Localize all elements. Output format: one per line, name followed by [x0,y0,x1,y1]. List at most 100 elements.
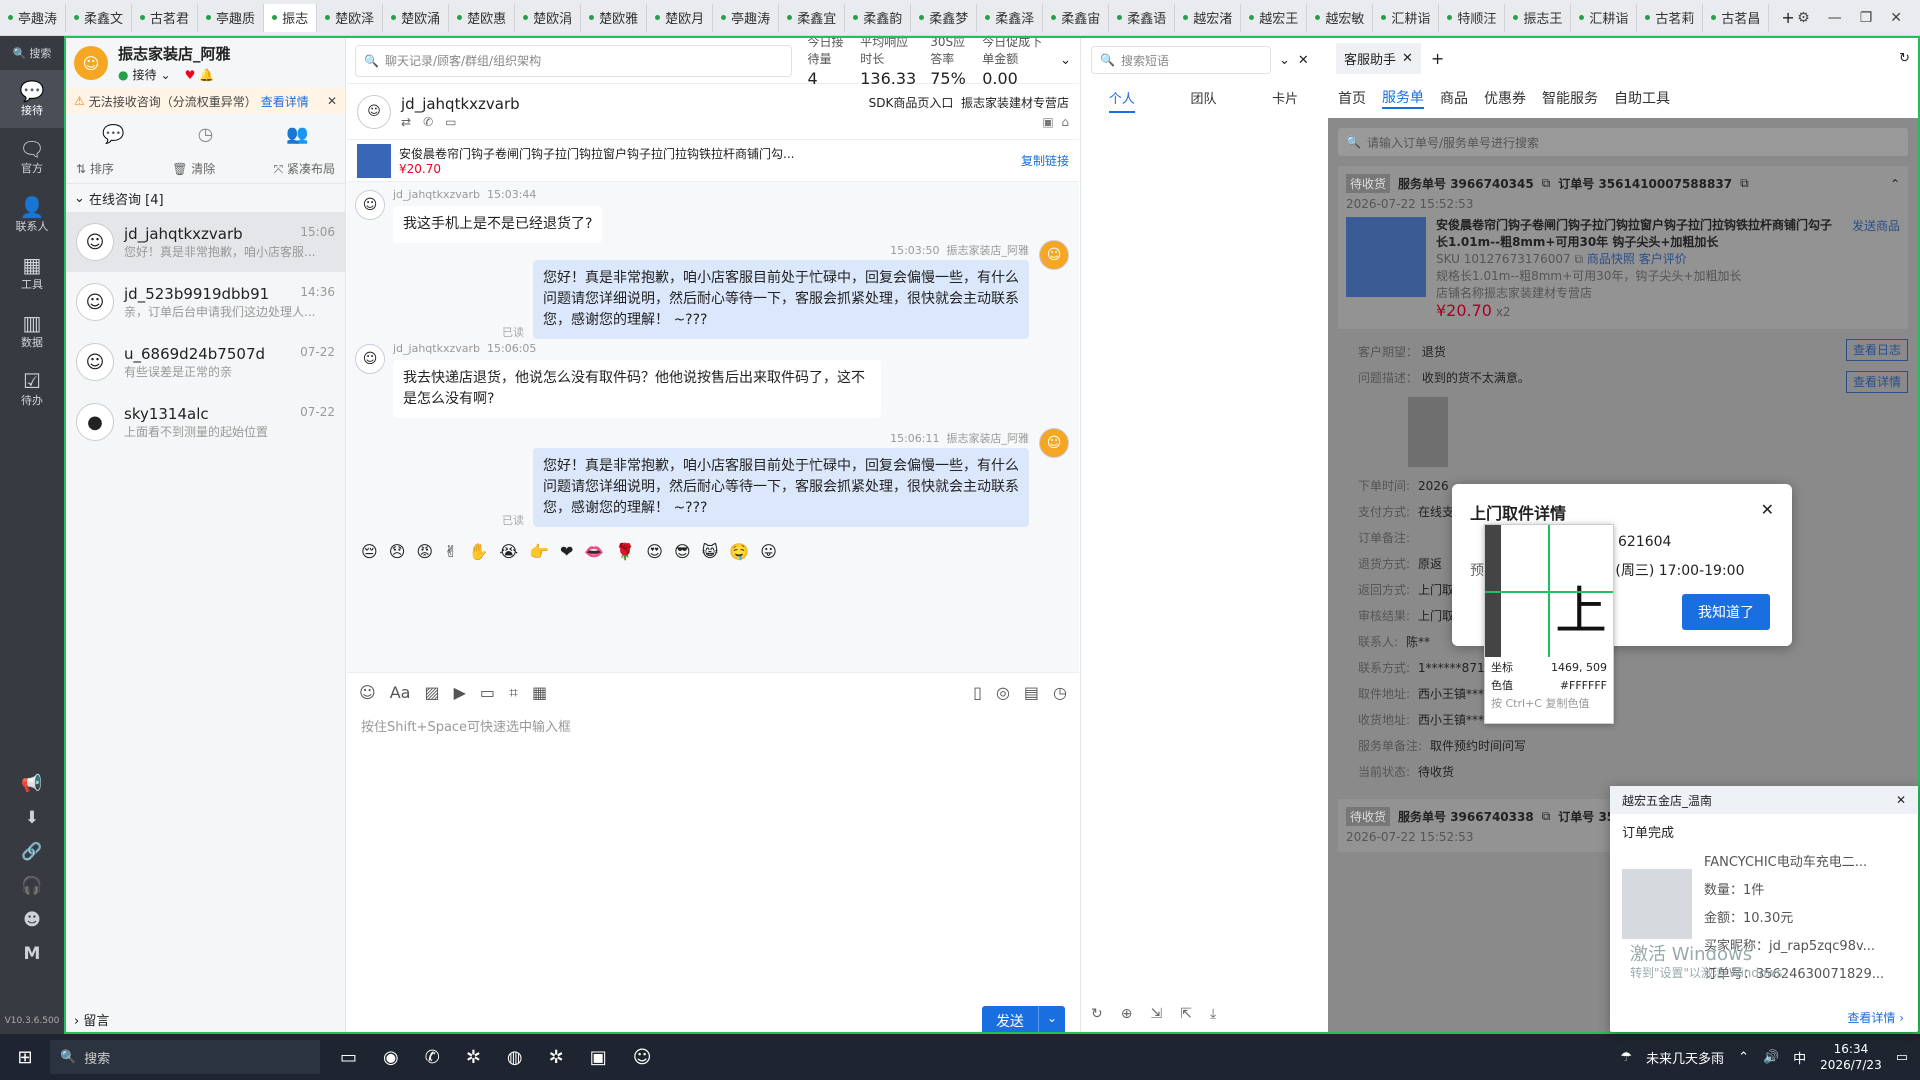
minimize-icon[interactable]: — [1828,10,1842,26]
app-tab[interactable]: 古茗昌 [1703,3,1770,32]
robot-icon[interactable]: ☻ [23,910,41,930]
export-icon[interactable]: ⇱ [1180,1006,1192,1022]
notify-detail-link[interactable]: 查看详情 › [1847,1009,1904,1026]
video-icon[interactable]: ▶ [454,683,466,703]
app-tab[interactable]: 特顺汪 [1439,3,1506,32]
order-search-input[interactable]: 🔍 请输入订单号/服务单号进行搜索 [1338,128,1908,156]
calculator-icon[interactable]: ▦ [532,683,547,703]
compact-layout-button[interactable]: ⤧ 紧凑布局 [274,160,335,177]
app-tab[interactable]: 楚欧涓 [515,3,582,32]
app-tab[interactable]: 越宏渚 [1175,3,1242,32]
settings-icon[interactable]: ⚙ [1797,10,1810,26]
folder-icon[interactable]: ▭ [480,683,495,703]
status-select[interactable]: 接待 [132,66,156,83]
app-tab[interactable]: 古茗莉 [1637,3,1704,32]
app-tab[interactable]: 柔鑫宙 [1043,3,1110,32]
assistant-nav-item[interactable]: 首页 [1338,88,1366,108]
problem-image[interactable] [1408,397,1448,467]
megaphone-icon[interactable]: 📢 [21,774,42,794]
app-icon[interactable]: ▣ [590,1047,607,1068]
send-button[interactable]: 发送 [981,1006,1038,1036]
windows-start-icon[interactable]: ⊞ [0,1047,50,1068]
app-tab[interactable]: 柔鑫泽 [977,3,1044,32]
bell-icon[interactable]: 🔔 [199,68,214,82]
ime-indicator[interactable]: 中 [1793,1048,1806,1067]
send-options-chevron-icon[interactable]: ⌄ [1037,1006,1065,1036]
emoji-button[interactable]: 😭 [499,542,518,570]
emoji-button[interactable]: 🤤 [729,542,749,570]
app-icon[interactable]: ✲ [549,1047,564,1068]
close-icon[interactable]: ✕ [327,94,337,108]
send-product-button[interactable]: 发送商品 [1852,217,1900,321]
app-tab[interactable]: 古茗君 [132,3,199,32]
tray-chevron-icon[interactable]: ⌃ [1738,1050,1749,1065]
emoji-button[interactable]: 🌹 [615,542,635,570]
emoji-button[interactable]: ✋ [468,542,488,570]
app-icon[interactable]: ☺ [633,1047,652,1068]
emoji-button[interactable]: ❤ [560,542,573,570]
app-tab[interactable]: 楚欧泽 [317,3,384,32]
assistant-tab[interactable]: 客服助手 ✕ [1336,42,1421,74]
emoji-button[interactable]: 👉 [529,542,549,570]
task-view-icon[interactable]: ▭ [340,1047,357,1068]
product-thumbnail[interactable] [1346,217,1426,297]
conversation-item[interactable]: ☺ u_6869d24b7507d 07-22 有些误差是正常的亲 [66,332,345,392]
users-icon[interactable]: 👥 [286,124,308,145]
chevron-down-icon[interactable]: ⌄ [161,68,171,82]
transfer-icon[interactable]: ⇄ [401,115,411,129]
notification-icon[interactable]: ▭ [1896,1050,1908,1065]
emoji-button[interactable]: 😛 [760,542,777,570]
phrase-search-input[interactable]: 🔍 搜索短语 [1091,46,1271,74]
conversation-item[interactable]: ☺ jd_jahqtkxzvarb 15:06 您好！真是非常抱歉，咱小店客服... [66,212,345,272]
emoji-button[interactable]: 😍 [646,542,663,570]
app-tab[interactable]: 振志 [264,3,318,32]
leave-message-group[interactable]: › 留言 [66,1010,346,1032]
online-group-header[interactable]: ⌄ 在线咨询 [4] [66,184,345,212]
download-icon[interactable]: ⤓ [1210,1006,1216,1022]
chevron-down-icon[interactable]: ⌄ [1060,53,1071,68]
assistant-nav-item[interactable]: 服务单 [1382,87,1424,109]
copy-icon[interactable]: ⧉ [1574,252,1583,266]
bookmark-icon[interactable]: ▣ [1042,115,1053,129]
review-link[interactable]: 客户评价 [1639,252,1687,266]
edge-icon[interactable]: ◉ [383,1047,399,1068]
emoji-button[interactable]: 😞 [389,542,406,570]
assistant-nav-item[interactable]: 商品 [1440,88,1468,108]
customer-avatar[interactable]: ☺ [357,94,391,129]
clock-icon[interactable]: ◷ [198,124,214,145]
app-tab[interactable]: 越宏王 [1241,3,1308,32]
font-icon[interactable]: Aa [390,683,411,703]
app-tab[interactable]: 楚欧月 [647,3,714,32]
taskbar-search[interactable]: 🔍 搜索 [50,1040,320,1074]
wechat-icon[interactable]: ✆ [425,1047,440,1068]
app-tab[interactable]: 亭趣涛 [0,3,67,32]
m-logo-icon[interactable]: M [24,944,41,964]
close-icon[interactable]: ✕ [1402,51,1413,66]
emoji-icon[interactable]: ☺ [359,683,376,703]
emoji-button[interactable]: 😸 [702,542,719,570]
message-input[interactable]: 按住Shift+Space可快速选中输入框 发送 ⌄ [347,712,1079,1042]
close-icon[interactable]: ✕ [1890,10,1902,26]
assistant-nav-item[interactable]: 自助工具 [1614,88,1670,108]
comment-icon[interactable]: ▤ [1024,683,1039,702]
copy-icon[interactable]: ⧉ [1542,176,1551,191]
heart-icon[interactable]: ♥ [185,68,196,82]
image-icon[interactable]: ▨ [424,683,439,703]
product-thumbnail[interactable] [1622,869,1692,939]
refresh-icon[interactable]: ↻ [1091,1006,1103,1022]
emoji-button[interactable]: ✌ [444,542,457,570]
rail-search[interactable]: 🔍 搜索 [0,36,64,70]
screenshot-icon[interactable]: ◎ [996,683,1010,702]
snapshot-link[interactable]: 商品快照 [1587,252,1635,266]
clear-button[interactable]: 🗑 清除 [172,160,215,177]
app-tab[interactable]: 柔鑫梦 [911,3,978,32]
headset-icon[interactable]: 🎧 [21,876,42,896]
emoji-button[interactable]: 👄 [584,542,604,570]
volume-icon[interactable]: 🔊 [1763,1050,1779,1065]
document-icon[interactable]: ▯ [973,683,982,702]
product-title[interactable]: 安俊晨卷帘门钩子卷闸门钩子拉门钩拉窗户钩子拉门拉钩铁拉杆商铺门勾子 长1.01m… [1436,217,1842,251]
copy-icon[interactable]: ⧉ [1542,809,1551,824]
conversation-item[interactable]: ☺ jd_523b9919dbb91 14:36 亲，订单后台申请我们这边处理人... [66,272,345,332]
app-tab[interactable]: 汇耕诣 [1373,3,1440,32]
sort-button[interactable]: ⇅ 排序 [76,160,114,177]
